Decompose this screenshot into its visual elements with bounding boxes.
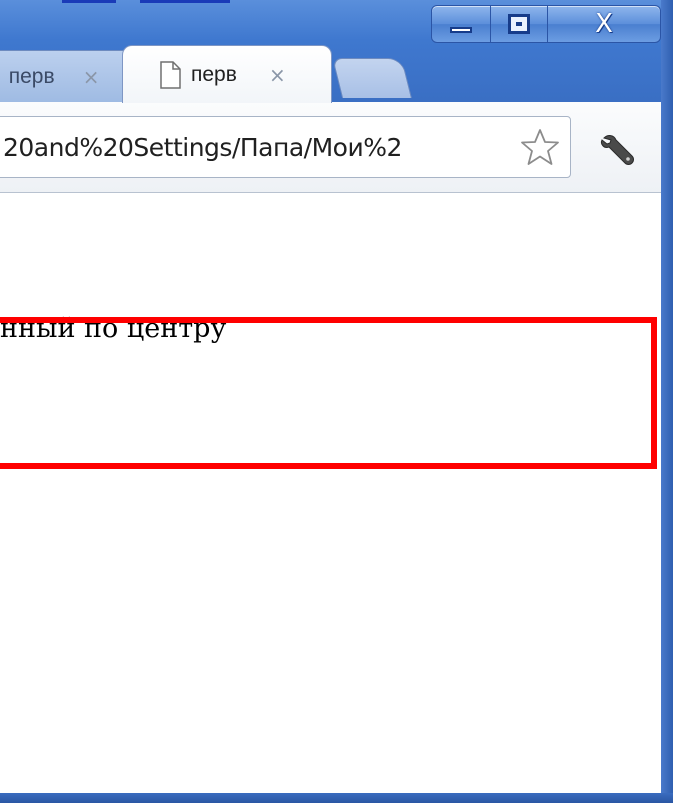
page-content: нный по центру	[0, 193, 661, 793]
browser-toolbar: 20and%20Settings/Папа/Мои%2	[0, 102, 661, 193]
maximize-icon	[508, 14, 530, 34]
address-bar[interactable]: 20and%20Settings/Папа/Мои%2	[0, 116, 571, 178]
minimize-button[interactable]	[431, 5, 491, 43]
browser-window: X перв × перв × 20and%20Settings/Папа/Мо…	[0, 0, 673, 803]
close-window-button[interactable]: X	[548, 5, 661, 43]
tab-close-icon[interactable]: ×	[83, 65, 100, 89]
new-tab-button[interactable]	[332, 58, 412, 98]
top-link-fragment	[62, 0, 116, 3]
window-frame-bottom	[0, 793, 673, 803]
window-frame-right	[661, 0, 673, 803]
address-text[interactable]: 20and%20Settings/Папа/Мои%2	[3, 133, 517, 162]
tab-inactive[interactable]: перв ×	[0, 50, 137, 102]
tab-active[interactable]: перв ×	[122, 45, 332, 103]
tab-close-icon[interactable]: ×	[269, 65, 286, 85]
tab-title: перв	[8, 64, 55, 88]
tab-title: перв	[191, 62, 237, 86]
red-bordered-box	[0, 317, 657, 469]
top-link-fragment	[140, 0, 230, 3]
minimize-icon	[450, 27, 472, 33]
window-controls: X	[431, 5, 661, 43]
star-icon[interactable]	[520, 127, 560, 167]
page-icon	[160, 60, 181, 89]
maximize-button[interactable]	[491, 5, 548, 43]
close-icon: X	[595, 9, 613, 39]
wrench-icon[interactable]	[598, 132, 638, 168]
